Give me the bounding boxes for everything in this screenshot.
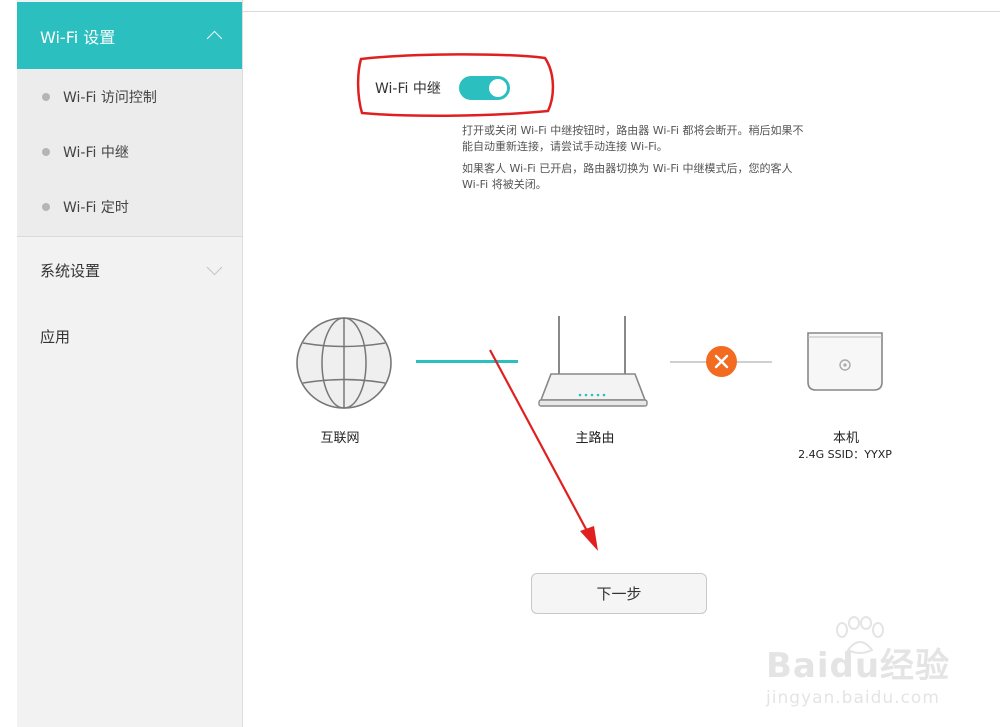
sidebar-item-label: Wi-Fi 定时 xyxy=(63,199,129,216)
sidebar-section-title: 系统设置 xyxy=(40,261,101,280)
bullet-icon xyxy=(42,147,50,156)
sidebar-section-title: 应用 xyxy=(40,327,71,346)
chevron-down-icon xyxy=(206,259,223,275)
repeater-link-line xyxy=(670,361,708,363)
description-line: 如果客人 Wi-Fi 已开启，路由器切换为 Wi-Fi 中继模式后，您的客人 xyxy=(462,162,793,175)
watermark-logo: Baidu经验 xyxy=(766,646,951,686)
disconnected-x-icon xyxy=(706,346,737,377)
description-line: 能自动重新连接，请尝试手动连接 Wi-Fi。 xyxy=(462,140,668,153)
repeater-description-2: 如果客人 Wi-Fi 已开启，路由器切换为 Wi-Fi 中继模式后，您的客人 W… xyxy=(462,161,862,193)
sidebar-sub-list: Wi-Fi 访问控制 Wi-Fi 中继 Wi-Fi 定时 xyxy=(17,69,242,237)
router-settings-page: Wi-Fi 设置 Wi-Fi 访问控制 Wi-Fi 中继 Wi-Fi 定时 系统… xyxy=(0,0,1000,727)
repeater-link-line xyxy=(737,361,772,363)
annotation-oval xyxy=(356,53,555,118)
description-line: Wi-Fi 将被关闭。 xyxy=(462,178,547,191)
globe-icon xyxy=(296,317,392,409)
sidebar-item-wifi-repeater[interactable]: Wi-Fi 中继 xyxy=(17,124,242,179)
repeater-description-1: 打开或关闭 Wi-Fi 中继按钮时，路由器 Wi-Fi 都将会断开。稍后如果不 … xyxy=(462,123,862,155)
sidebar-section-title: Wi-Fi 设置 xyxy=(40,27,116,47)
annotation-arrow xyxy=(489,349,598,551)
watermark: Baidu经验 jingyan.baidu.com xyxy=(760,610,1000,725)
watermark-url: jingyan.baidu.com xyxy=(766,688,940,708)
device-label: 本机 xyxy=(832,431,859,446)
ssid-text: 2.4G SSID：YYXP xyxy=(798,448,892,461)
next-step-button[interactable]: 下一步 xyxy=(531,573,707,614)
sidebar-item-wifi-schedule[interactable]: Wi-Fi 定时 xyxy=(17,179,242,234)
device-icon xyxy=(807,332,883,391)
top-divider xyxy=(243,11,1000,12)
chevron-up-icon xyxy=(206,30,223,47)
sidebar-section-wifi-settings[interactable]: Wi-Fi 设置 xyxy=(17,2,242,69)
sidebar-item-label: Wi-Fi 访问控制 xyxy=(63,89,157,106)
bullet-icon xyxy=(42,92,50,101)
sidebar-item-label: Wi-Fi 中继 xyxy=(63,144,129,161)
sidebar-section-system-settings[interactable]: 系统设置 xyxy=(17,240,242,300)
internet-label: 互联网 xyxy=(320,431,360,446)
sidebar: Wi-Fi 设置 Wi-Fi 访问控制 Wi-Fi 中继 Wi-Fi 定时 系统… xyxy=(17,0,243,727)
description-line: 打开或关闭 Wi-Fi 中继按钮时，路由器 Wi-Fi 都将会断开。稍后如果不 xyxy=(462,124,804,137)
sidebar-section-apps[interactable]: 应用 xyxy=(17,306,242,366)
bullet-icon xyxy=(42,202,50,211)
sidebar-item-wifi-access-control[interactable]: Wi-Fi 访问控制 xyxy=(17,69,242,124)
